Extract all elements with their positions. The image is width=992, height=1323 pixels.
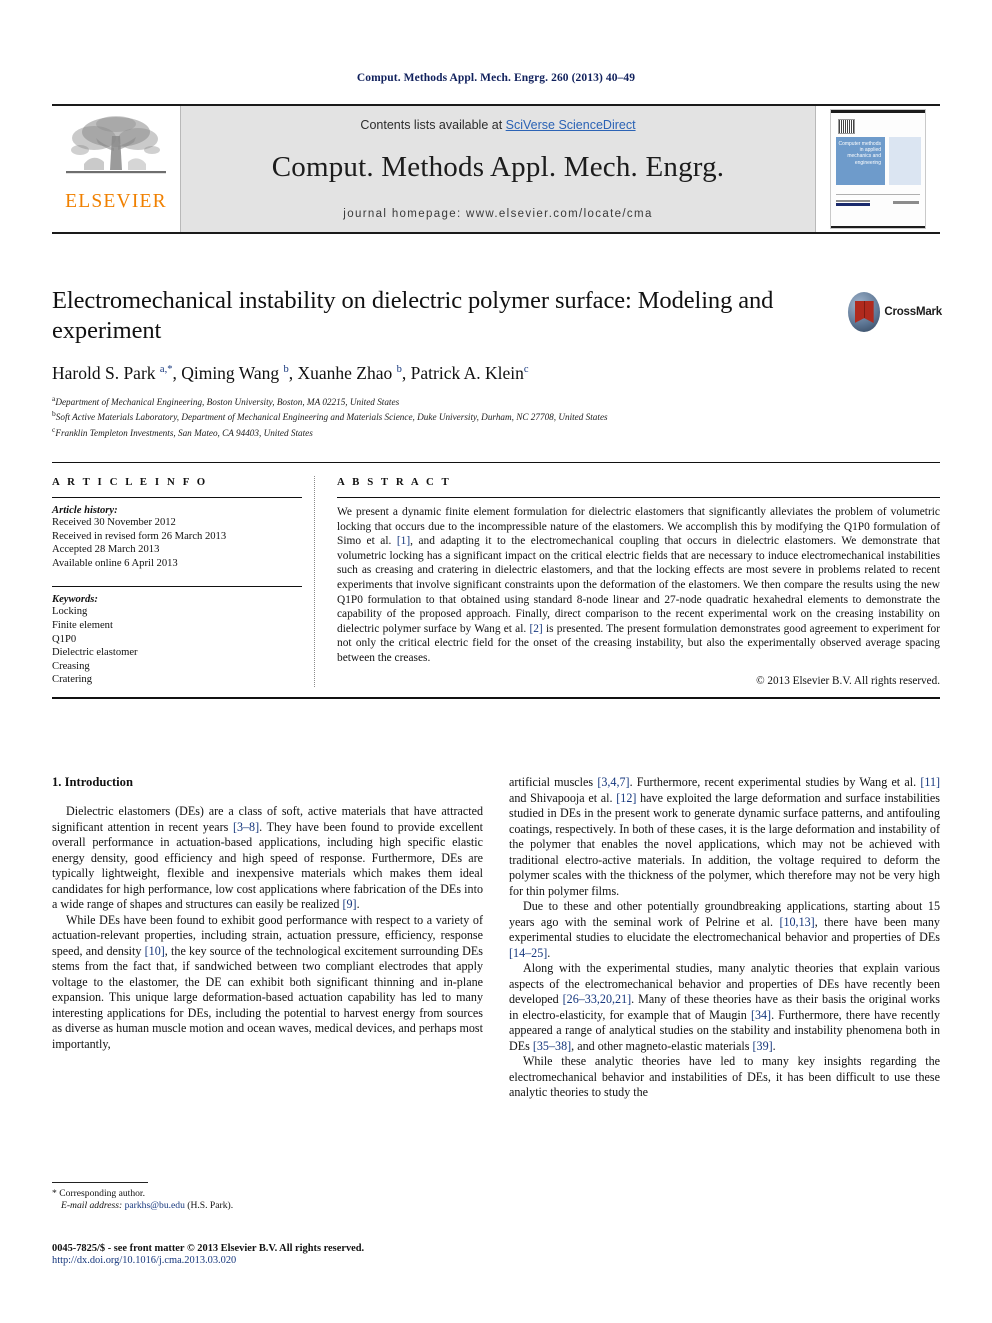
cover-footer-right [893, 201, 919, 204]
footnote-rule [52, 1182, 148, 1183]
section-title-introduction: 1. Introduction [52, 775, 133, 789]
abstract-text: We present a dynamic finite element form… [337, 506, 940, 664]
article-history-title: Article history: [52, 505, 118, 516]
paragraph: Along with the experimental studies, man… [509, 961, 940, 1053]
history-received: Received 30 November 2012 [52, 517, 176, 528]
affiliation-text-b: Soft Active Materials Laboratory, Depart… [55, 412, 608, 423]
article-title: Electromechanical instability on dielect… [52, 287, 774, 344]
cover-divider [836, 194, 920, 195]
contents-prefix: Contents lists available at [360, 118, 506, 132]
keywords-title: Keywords: [52, 594, 98, 606]
history-revised: Received in revised form 26 March 2013 [52, 530, 227, 542]
journal-cover-thumbnail: Computer methods in applied mechanics an… [830, 109, 926, 229]
doi-link[interactable]: http://dx.doi.org/10.1016/j.cma.2013.03.… [52, 1255, 652, 1266]
paragraph: While these analytic theories have led t… [509, 1054, 940, 1099]
bottom-matter: 0045-7825/$ - see front matter © 2013 El… [52, 1243, 652, 1266]
keyword-item: Finite element [52, 619, 113, 631]
paragraph: Dielectric elastomers (DEs) are a class … [52, 804, 484, 911]
journal-article-page: Comput. Methods Appl. Mech. Engrg. 260 (… [0, 0, 992, 1323]
journal-cover-block: Computer methods in applied mechanics an… [816, 106, 940, 232]
issn-copyright-line: 0045-7825/$ - see front matter © 2013 El… [52, 1243, 365, 1254]
elsevier-wordmark: ELSEVIER [65, 191, 167, 212]
body-column-right: artificial muscles [3,4,7]. Furthermore,… [509, 775, 940, 1101]
abstract-rule [337, 497, 940, 498]
corresponding-author-note: * Corresponding author. [52, 1188, 145, 1199]
publisher-logo-block: ELSEVIER [52, 106, 180, 232]
title-block: Electromechanical instability on dielect… [52, 286, 852, 439]
crossmark-book-icon [854, 301, 874, 323]
article-info-column: A R T I C L E I N F O Article history: R… [52, 476, 314, 687]
footnote-block: * Corresponding author. E-mail address: … [52, 1182, 483, 1213]
keyword-item: Cratering [52, 674, 93, 686]
keywords-block: Keywords: Locking Finite element Q1P0 Di… [52, 594, 302, 687]
keyword-item: Dielectric elastomer [52, 647, 138, 659]
email-note[interactable]: E-mail address: parkhs@bu.edu (H.S. Park… [52, 1200, 483, 1212]
elsevier-tree-icon [66, 116, 166, 174]
affiliation-b: bSoft Active Materials Laboratory, Depar… [52, 408, 852, 423]
paragraph: While DEs have been found to exhibit goo… [52, 912, 483, 1051]
abstract-copyright: © 2013 Elsevier B.V. All rights reserved… [756, 674, 940, 687]
journal-homepage-line[interactable]: journal homepage: www.elsevier.com/locat… [343, 208, 652, 220]
affiliation-c: cFranklin Templeton Investments, San Mat… [52, 424, 852, 439]
journal-masthead: ELSEVIER Contents lists available at Sci… [52, 104, 940, 234]
body-column-left: 1. Introduction Dielectric elastomers (D… [52, 775, 483, 1101]
running-head: Comput. Methods Appl. Mech. Engrg. 260 (… [356, 72, 636, 84]
cover-qr-icon [838, 119, 855, 134]
author-list: Harold S. Park a,*, Qiming Wang b, Xuanh… [52, 363, 529, 383]
affiliation-text-a: Department of Mechanical Engineering, Bo… [55, 397, 400, 408]
abstract-heading: A B S T R A C T [337, 476, 452, 488]
crossmark-badge[interactable]: CrossMark [848, 288, 942, 336]
keyword-item: Creasing [52, 660, 90, 672]
masthead-center: Contents lists available at SciVerse Sci… [180, 106, 816, 232]
affiliation-list: aDepartment of Mechanical Engineering, B… [52, 393, 852, 439]
affiliation-a: aDepartment of Mechanical Engineering, B… [52, 393, 852, 408]
cover-bottom-bar [831, 225, 925, 228]
history-accepted: Accepted 28 March 2013 [52, 544, 160, 556]
body-columns: 1. Introduction Dielectric elastomers (D… [52, 775, 940, 1101]
affiliation-text-c: Franklin Templeton Investments, San Mate… [55, 428, 313, 438]
keyword-item: Locking [52, 606, 88, 618]
info-abstract-band: A R T I C L E I N F O Article history: R… [52, 462, 940, 699]
contents-available-line: Contents lists available at SciVerse Sci… [360, 118, 635, 132]
journal-title: Comput. Methods Appl. Mech. Engrg. [271, 151, 725, 183]
cover-top-bar [831, 110, 925, 113]
keyword-item: Q1P0 [52, 633, 77, 645]
article-info-heading: A R T I C L E I N F O [52, 476, 208, 488]
crossmark-icon [848, 292, 881, 332]
abstract-column: A B S T R A C T We present a dynamic fin… [337, 476, 940, 687]
history-online: Available online 6 April 2013 [52, 557, 178, 569]
cover-accent-panel [889, 137, 921, 185]
paragraph: Due to these and other potentially groun… [509, 899, 940, 960]
cover-title-panel: Computer methods in applied mechanics an… [836, 137, 885, 185]
paragraph: artificial muscles [3,4,7]. Furthermore,… [509, 775, 941, 898]
sciencedirect-link[interactable]: SciVerse ScienceDirect [506, 118, 636, 132]
cover-footer-left [836, 198, 870, 206]
band-vertical-divider [314, 476, 315, 687]
crossmark-label: CrossMark [884, 306, 942, 318]
info-rule-top [52, 497, 302, 498]
info-rule-mid [52, 586, 302, 588]
